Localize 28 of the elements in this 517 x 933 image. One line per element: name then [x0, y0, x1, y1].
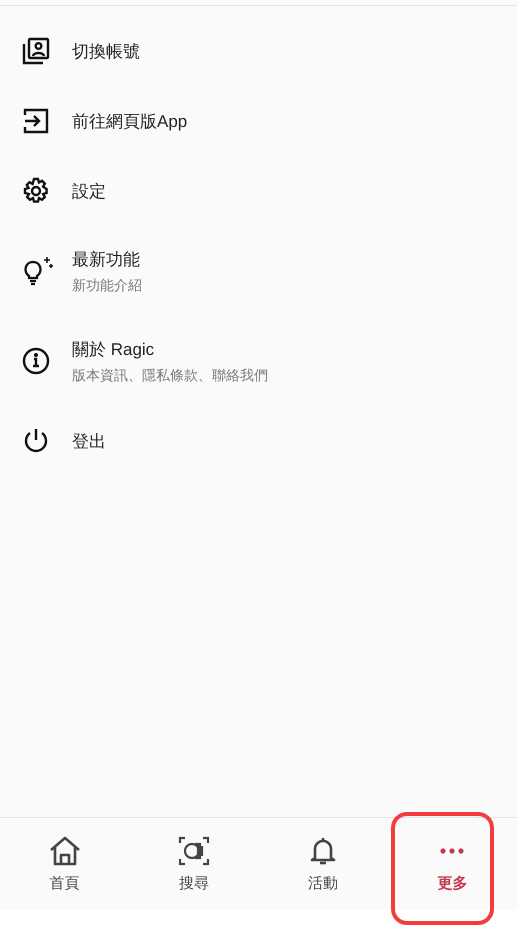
menu-item-label: 關於 Ragic	[72, 338, 156, 360]
nav-tab[interactable]: 更多	[388, 818, 517, 910]
menu-item-label: 設定	[72, 180, 106, 202]
menu-item-subtitle: 版本資訊、隱私條款、聯絡我們	[72, 366, 268, 384]
menu-item[interactable]: 切換帳號	[0, 16, 517, 86]
menu-item[interactable]: 前往網頁版App	[0, 86, 517, 156]
menu-item[interactable]: 登出	[0, 406, 517, 476]
settings-icon	[22, 177, 50, 205]
menu-item-label: 登出	[72, 430, 106, 452]
portrait-stack-icon	[22, 37, 50, 65]
power-icon	[22, 427, 50, 455]
menu-item-label: 最新功能	[72, 248, 141, 270]
lightbulb-sparkle-icon	[22, 256, 54, 286]
scan-icon	[178, 836, 210, 866]
nav-tab[interactable]: 搜尋	[129, 818, 258, 910]
home-icon	[48, 836, 81, 866]
menu-item-label: 切換帳號	[72, 40, 140, 62]
bell-icon	[309, 836, 338, 866]
menu-item[interactable]: 設定	[0, 156, 517, 226]
menu-item-label: 前往網頁版App	[72, 110, 188, 132]
menu-item[interactable]: 關於 Ragic 版本資訊、隱私條款、聯絡我們	[0, 316, 517, 406]
info-icon	[22, 347, 50, 375]
menu-item[interactable]: 最新功能 新功能介紹	[0, 226, 517, 316]
more-icon	[440, 848, 464, 854]
menu-item-subtitle: 新功能介紹	[72, 276, 142, 294]
enter-arrow-icon	[22, 107, 50, 135]
nav-tab[interactable]: 活動	[258, 818, 388, 910]
nav-tab[interactable]: 首頁	[0, 818, 130, 910]
